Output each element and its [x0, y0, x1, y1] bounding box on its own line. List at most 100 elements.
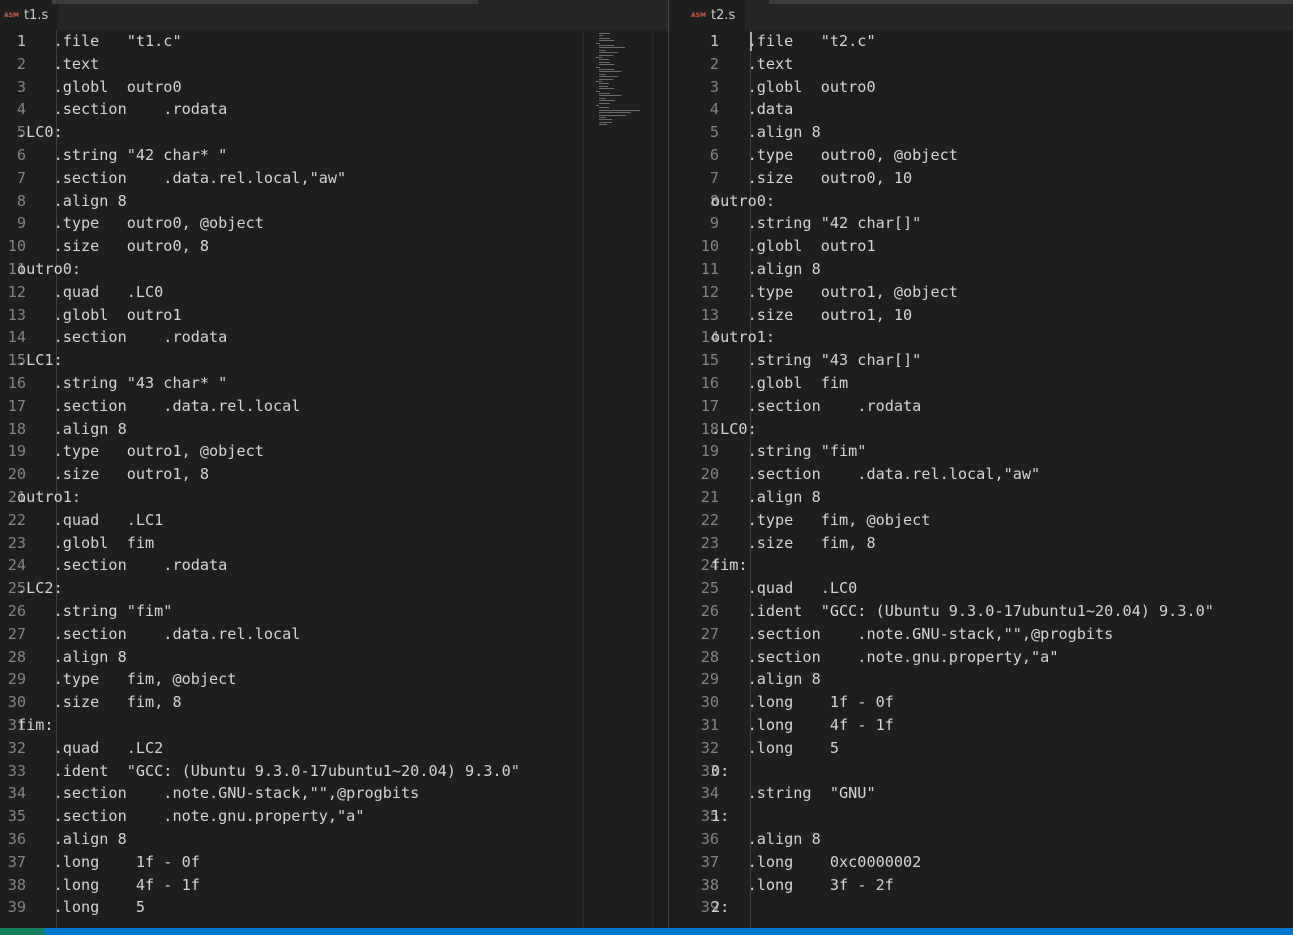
code-line[interactable]: 34 .section .note.GNU-stack,"",@progbits	[0, 782, 668, 805]
code-line[interactable]: 19 .type outro1, @object	[0, 440, 668, 463]
code-line[interactable]: 10 .size outro0, 8	[0, 235, 668, 258]
code-line[interactable]: 21 outro1:	[0, 486, 668, 509]
code-line[interactable]: 5 .LC0:	[0, 121, 668, 144]
code-line[interactable]: 13 .globl outro1	[0, 304, 668, 327]
minimap-line	[599, 78, 613, 80]
editor-pane-right[interactable]: ASM t2.s 1 .file "t2.c" 2 .text 3 .globl o…	[669, 0, 1293, 928]
code-line[interactable]: 9 .string "42 char[]"	[669, 212, 1293, 235]
code-line[interactable]: 36 .align 8	[0, 828, 668, 851]
code-line[interactable]: 24 fim:	[669, 554, 1293, 577]
vertical-scrollbar-left[interactable]	[652, 30, 653, 928]
code-line[interactable]: 4 .data	[669, 98, 1293, 121]
code-line[interactable]: 23 .size fim, 8	[669, 532, 1293, 555]
code-line[interactable]: 6 .string "42 char* "	[0, 144, 668, 167]
code-text: .section .data.rel.local,"aw"	[711, 465, 1041, 484]
code-line[interactable]: 13 .size outro1, 10	[669, 304, 1293, 327]
code-line[interactable]: 14 outro1:	[669, 326, 1293, 349]
code-line[interactable]: 39 .long 5	[0, 896, 668, 919]
tab-t1-s[interactable]: ASM t1.s	[0, 0, 59, 30]
code-line[interactable]: 17 .section .rodata	[669, 395, 1293, 418]
code-line[interactable]: 35 1:	[669, 805, 1293, 828]
code-text: .type fim, @object	[711, 510, 931, 529]
code-line[interactable]: 21 .align 8	[669, 486, 1293, 509]
editor-pane-left[interactable]: ASM t1.s 1 .file "t1.c" 2 .text 3 .globl o…	[0, 0, 668, 928]
code-line[interactable]: 39 2:	[669, 896, 1293, 919]
code-line[interactable]: 23 .globl fim	[0, 532, 668, 555]
code-text: .size fim, 8	[711, 533, 876, 552]
code-line[interactable]: 34 .string "GNU"	[669, 782, 1293, 805]
code-line[interactable]: 36 .align 8	[669, 828, 1293, 851]
remote-indicator-icon[interactable]	[0, 928, 44, 935]
code-line[interactable]: 12 .quad .LC0	[0, 281, 668, 304]
code-line[interactable]: 16 .globl fim	[669, 372, 1293, 395]
code-text: .data	[711, 100, 794, 119]
code-line[interactable]: 28 .section .note.gnu.property,"a"	[669, 646, 1293, 669]
code-line[interactable]: 29 .type fim, @object	[0, 668, 668, 691]
minimap-line	[599, 121, 612, 123]
code-line[interactable]: 27 .section .note.GNU-stack,"",@progbits	[669, 623, 1293, 646]
code-line[interactable]: 25 .quad .LC0	[669, 577, 1293, 600]
code-line[interactable]: 19 .string "fim"	[669, 440, 1293, 463]
code-line[interactable]: 2 .text	[669, 53, 1293, 76]
code-line[interactable]: 37 .long 0xc0000002	[669, 851, 1293, 874]
minimap-line	[596, 66, 600, 68]
code-line[interactable]: 22 .type fim, @object	[669, 509, 1293, 532]
minimap-line	[599, 47, 625, 49]
code-line[interactable]: 31 .long 4f - 1f	[669, 714, 1293, 737]
code-line[interactable]: 27 .section .data.rel.local	[0, 623, 668, 646]
code-line[interactable]: 7 .size outro0, 10	[669, 167, 1293, 190]
code-line[interactable]: 5 .align 8	[669, 121, 1293, 144]
code-line[interactable]: 15 .string "43 char[]"	[669, 349, 1293, 372]
code-line[interactable]: 1 .file "t2.c"	[669, 30, 1293, 53]
code-line[interactable]: 26 .string "fim"	[0, 600, 668, 623]
code-line[interactable]: 1 .file "t1.c"	[0, 30, 668, 53]
code-line[interactable]: 6 .type outro0, @object	[669, 144, 1293, 167]
code-line[interactable]: 38 .long 3f - 2f	[669, 874, 1293, 897]
code-line[interactable]: 20 .section .data.rel.local,"aw"	[669, 463, 1293, 486]
code-line[interactable]: 17 .section .data.rel.local	[0, 395, 668, 418]
code-line[interactable]: 28 .align 8	[0, 646, 668, 669]
code-line[interactable]: 18 .align 8	[0, 418, 668, 441]
code-line[interactable]: 26 .ident "GCC: (Ubuntu 9.3.0-17ubuntu1~…	[669, 600, 1293, 623]
code-line[interactable]: 32 .long 5	[669, 737, 1293, 760]
code-line[interactable]: 29 .align 8	[669, 668, 1293, 691]
code-text: .type outro1, @object	[711, 282, 958, 301]
code-line[interactable]: 3 .globl outro0	[669, 76, 1293, 99]
code-line[interactable]: 38 .long 4f - 1f	[0, 874, 668, 897]
code-editor-right[interactable]: 1 .file "t2.c" 2 .text 3 .globl outro0 4 .d…	[669, 30, 1293, 928]
code-line[interactable]: 16 .string "43 char* "	[0, 372, 668, 395]
code-line[interactable]: 9 .type outro0, @object	[0, 212, 668, 235]
code-line[interactable]: 10 .globl outro1	[669, 235, 1293, 258]
code-line[interactable]: 30 .size fim, 8	[0, 691, 668, 714]
code-line[interactable]: 30 .long 1f - 0f	[669, 691, 1293, 714]
code-line[interactable]: 25 .LC2:	[0, 577, 668, 600]
code-editor-left[interactable]: 1 .file "t1.c" 2 .text 3 .globl outro0 4 .s…	[0, 30, 668, 928]
code-line[interactable]: 11 outro0:	[0, 258, 668, 281]
minimap-left[interactable]	[592, 30, 658, 150]
minimap-line	[599, 40, 615, 42]
code-line[interactable]: 24 .section .rodata	[0, 554, 668, 577]
code-line[interactable]: 11 .align 8	[669, 258, 1293, 281]
code-line[interactable]: 8 .align 8	[0, 190, 668, 213]
code-line[interactable]: 12 .type outro1, @object	[669, 281, 1293, 304]
code-line[interactable]: 31 fim:	[0, 714, 668, 737]
code-line[interactable]: 37 .long 1f - 0f	[0, 851, 668, 874]
code-line[interactable]: 33 .ident "GCC: (Ubuntu 9.3.0-17ubuntu1~…	[0, 760, 668, 783]
code-text: .align 8	[17, 191, 127, 210]
code-line[interactable]: 4 .section .rodata	[0, 98, 668, 121]
tab-t2-s[interactable]: ASM t2.s	[669, 0, 746, 30]
code-line[interactable]: 33 0:	[669, 760, 1293, 783]
code-line[interactable]: 32 .quad .LC2	[0, 737, 668, 760]
code-line[interactable]: 18 .LC0:	[669, 418, 1293, 441]
code-text: .LC0:	[711, 419, 757, 438]
code-line[interactable]: 20 .size outro1, 8	[0, 463, 668, 486]
code-text: .section .note.GNU-stack,"",@progbits	[17, 784, 420, 803]
code-line[interactable]: 2 .text	[0, 53, 668, 76]
code-line[interactable]: 7 .section .data.rel.local,"aw"	[0, 167, 668, 190]
code-line[interactable]: 8 outro0:	[669, 190, 1293, 213]
code-line[interactable]: 35 .section .note.gnu.property,"a"	[0, 805, 668, 828]
code-line[interactable]: 3 .globl outro0	[0, 76, 668, 99]
code-line[interactable]: 14 .section .rodata	[0, 326, 668, 349]
code-line[interactable]: 22 .quad .LC1	[0, 509, 668, 532]
code-line[interactable]: 15 .LC1:	[0, 349, 668, 372]
